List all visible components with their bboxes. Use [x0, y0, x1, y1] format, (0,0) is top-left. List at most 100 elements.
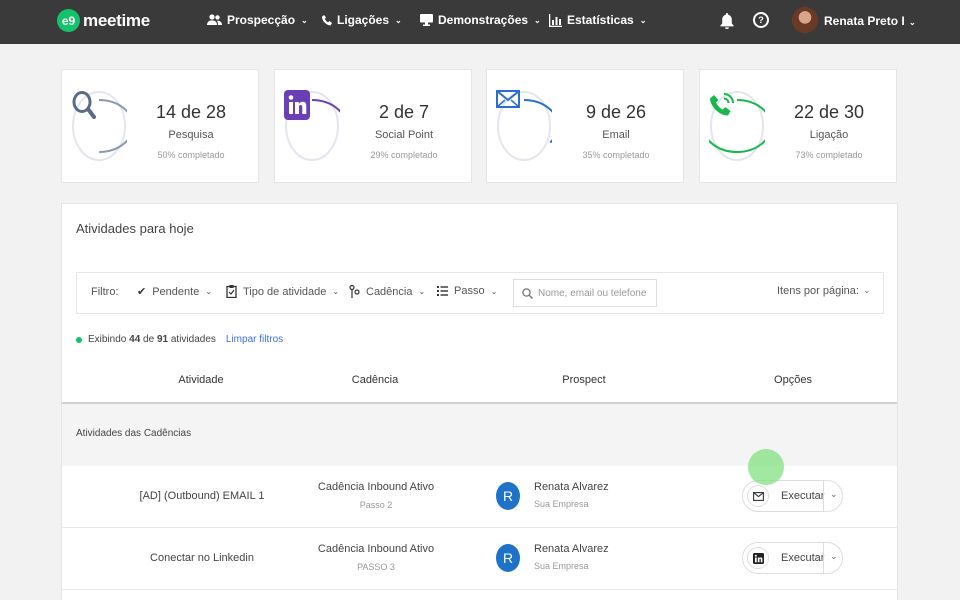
linkedin-icon: [747, 547, 769, 569]
prospect-avatar: R: [496, 544, 520, 572]
filter-cadence[interactable]: Cadência ⌄: [349, 285, 425, 298]
logo-text: meetime: [83, 10, 150, 30]
stat-count: 22 de 30: [793, 102, 865, 122]
stat-card-social-point[interactable]: 2 de 7 Social Point 29% completado: [274, 69, 472, 183]
logo-mark: e9: [57, 9, 80, 32]
prospect-name[interactable]: Renata Alvarez: [534, 481, 609, 493]
nav-label: Ligações: [337, 13, 390, 27]
cadence-name: Cadência Inbound Ativo: [317, 481, 435, 493]
stat-percent: 50% completado: [157, 150, 225, 160]
stat-label: Email: [602, 129, 630, 141]
help-icon[interactable]: ?: [753, 12, 769, 28]
cadence-name: Cadência Inbound Ativo: [317, 543, 435, 555]
nav-ligacoes[interactable]: Ligações ⌄: [322, 13, 402, 27]
table-row[interactable]: Conectar no Linkedin Cadência Inbound At…: [62, 528, 897, 590]
progress-ring: [71, 90, 127, 162]
linkedin-icon: [284, 90, 340, 162]
progress-ring: [709, 90, 765, 162]
stat-count: 14 de 28: [155, 102, 227, 122]
filter-step-label: Passo: [454, 285, 485, 297]
stat-label: Ligação: [809, 129, 849, 141]
phone-call-icon: [709, 90, 765, 162]
execute-label: Executar: [781, 490, 825, 502]
nav-demonstracoes[interactable]: Demonstrações ⌄: [420, 13, 541, 27]
stat-card-pesquisa[interactable]: 14 de 28 Pesquisa 50% completado: [61, 69, 259, 183]
chevron-down-icon: ⌄: [205, 287, 213, 296]
filter-pending-label: Pendente: [152, 285, 200, 298]
meetime-logo[interactable]: e9 meetime: [57, 9, 150, 32]
cadence-step: PASSO 3: [357, 562, 395, 572]
stat-card-email[interactable]: 9 de 26 Email 35% completado: [486, 69, 684, 183]
stat-count: 9 de 26: [585, 102, 647, 122]
prospect-company: Sua Empresa: [534, 499, 589, 509]
cadence-cell: Cadência Inbound Ativo PASSO 3: [318, 543, 434, 572]
column-header-cadence[interactable]: Cadência: [352, 374, 398, 386]
items-per-page-label: Itens por página:: [777, 285, 859, 297]
top-navigation-bar: e9 meetime Prospecção ⌄ Ligações ⌄ Demonst…: [0, 0, 960, 44]
search-field[interactable]: [513, 279, 657, 307]
avatar[interactable]: [792, 7, 818, 33]
filter-label: Filtro:: [91, 286, 119, 298]
search-input[interactable]: [538, 287, 656, 299]
execute-dropdown-chevron[interactable]: ⌄: [830, 489, 838, 500]
column-header-prospect[interactable]: Prospect: [562, 374, 605, 386]
group-header: Atividades das Cadências: [62, 404, 897, 466]
filter-bar: Filtro: ✔ Pendente ⌄ Tipo de atividade ⌄…: [76, 272, 884, 314]
chevron-down-icon: ⌄: [909, 18, 916, 27]
panel-title: Atividades para hoje: [76, 221, 194, 236]
items-per-page-dropdown[interactable]: ⌄: [863, 285, 871, 296]
user-menu[interactable]: Renata Preto I ⌄: [824, 14, 916, 28]
results-summary: Exibindo 44 de 91 atividades Limpar filt…: [76, 334, 283, 345]
prospect-avatar: R: [496, 482, 520, 510]
stat-count: 2 de 7: [378, 102, 430, 122]
filter-cadence-label: Cadência: [366, 285, 413, 298]
nav-label: Demonstrações: [438, 13, 529, 27]
execute-dropdown-chevron[interactable]: ⌄: [830, 551, 838, 562]
flow-icon: [349, 285, 360, 298]
execute-button[interactable]: Executar ⌄: [742, 542, 843, 574]
list-icon: [437, 286, 448, 296]
prospect-name[interactable]: Renata Alvarez: [534, 543, 609, 555]
filter-step[interactable]: Passo ⌄: [437, 285, 497, 297]
chevron-down-icon: ⌄: [534, 15, 541, 25]
status-dot: [76, 336, 82, 343]
cadence-step: Passo 2: [359, 500, 393, 510]
phone-icon: [322, 14, 332, 25]
button-divider: [823, 481, 824, 511]
filter-activity-type-label: Tipo de atividade: [243, 285, 327, 298]
nav-label: Estatísticas: [567, 13, 634, 27]
results-count: Exibindo 44 de 91 atividades: [88, 334, 216, 345]
filter-activity-type[interactable]: Tipo de atividade ⌄: [226, 285, 339, 298]
email-icon: [496, 90, 552, 162]
chevron-down-icon: ⌄: [490, 286, 498, 296]
chevron-down-icon: ⌄: [418, 287, 426, 296]
cadence-cell: Cadência Inbound Ativo Passo 2: [318, 481, 434, 510]
activity-name: Conectar no Linkedin: [150, 552, 254, 564]
clear-filters-link[interactable]: Limpar filtros: [226, 334, 283, 345]
nav-prospeccao[interactable]: Prospecção ⌄: [207, 13, 308, 27]
execute-button[interactable]: Executar ⌄: [742, 480, 843, 512]
stat-percent: 73% completado: [795, 150, 863, 160]
monitor-icon: [420, 14, 433, 26]
column-header-activity[interactable]: Atividade: [178, 374, 223, 386]
nav-estatisticas[interactable]: Estatísticas ⌄: [549, 13, 646, 27]
stat-percent: 29% completado: [370, 150, 438, 160]
prospect-company: Sua Empresa: [534, 561, 589, 571]
bell-icon[interactable]: [720, 13, 734, 29]
table-row[interactable]: [AD] (Outbound) EMAIL 1 Cadência Inbound…: [62, 466, 897, 528]
search-icon: [522, 287, 533, 299]
group-title: Atividades das Cadências: [76, 428, 192, 439]
filter-pending[interactable]: ✔ Pendente ⌄: [137, 285, 213, 299]
progress-ring: [284, 90, 340, 162]
stat-label: Social Point: [374, 129, 434, 141]
button-divider: [823, 543, 824, 573]
bar-chart-icon: [549, 13, 562, 27]
progress-ring: [496, 90, 552, 162]
stat-card-ligacao[interactable]: 22 de 30 Ligação 73% completado: [699, 69, 897, 183]
chevron-down-icon: ⌄: [332, 287, 340, 296]
email-icon: [747, 485, 769, 507]
stat-label: Pesquisa: [168, 129, 214, 141]
activity-name: [AD] (Outbound) EMAIL 1: [139, 490, 265, 502]
chevron-down-icon: ⌄: [301, 15, 308, 25]
search-icon: [71, 90, 127, 162]
